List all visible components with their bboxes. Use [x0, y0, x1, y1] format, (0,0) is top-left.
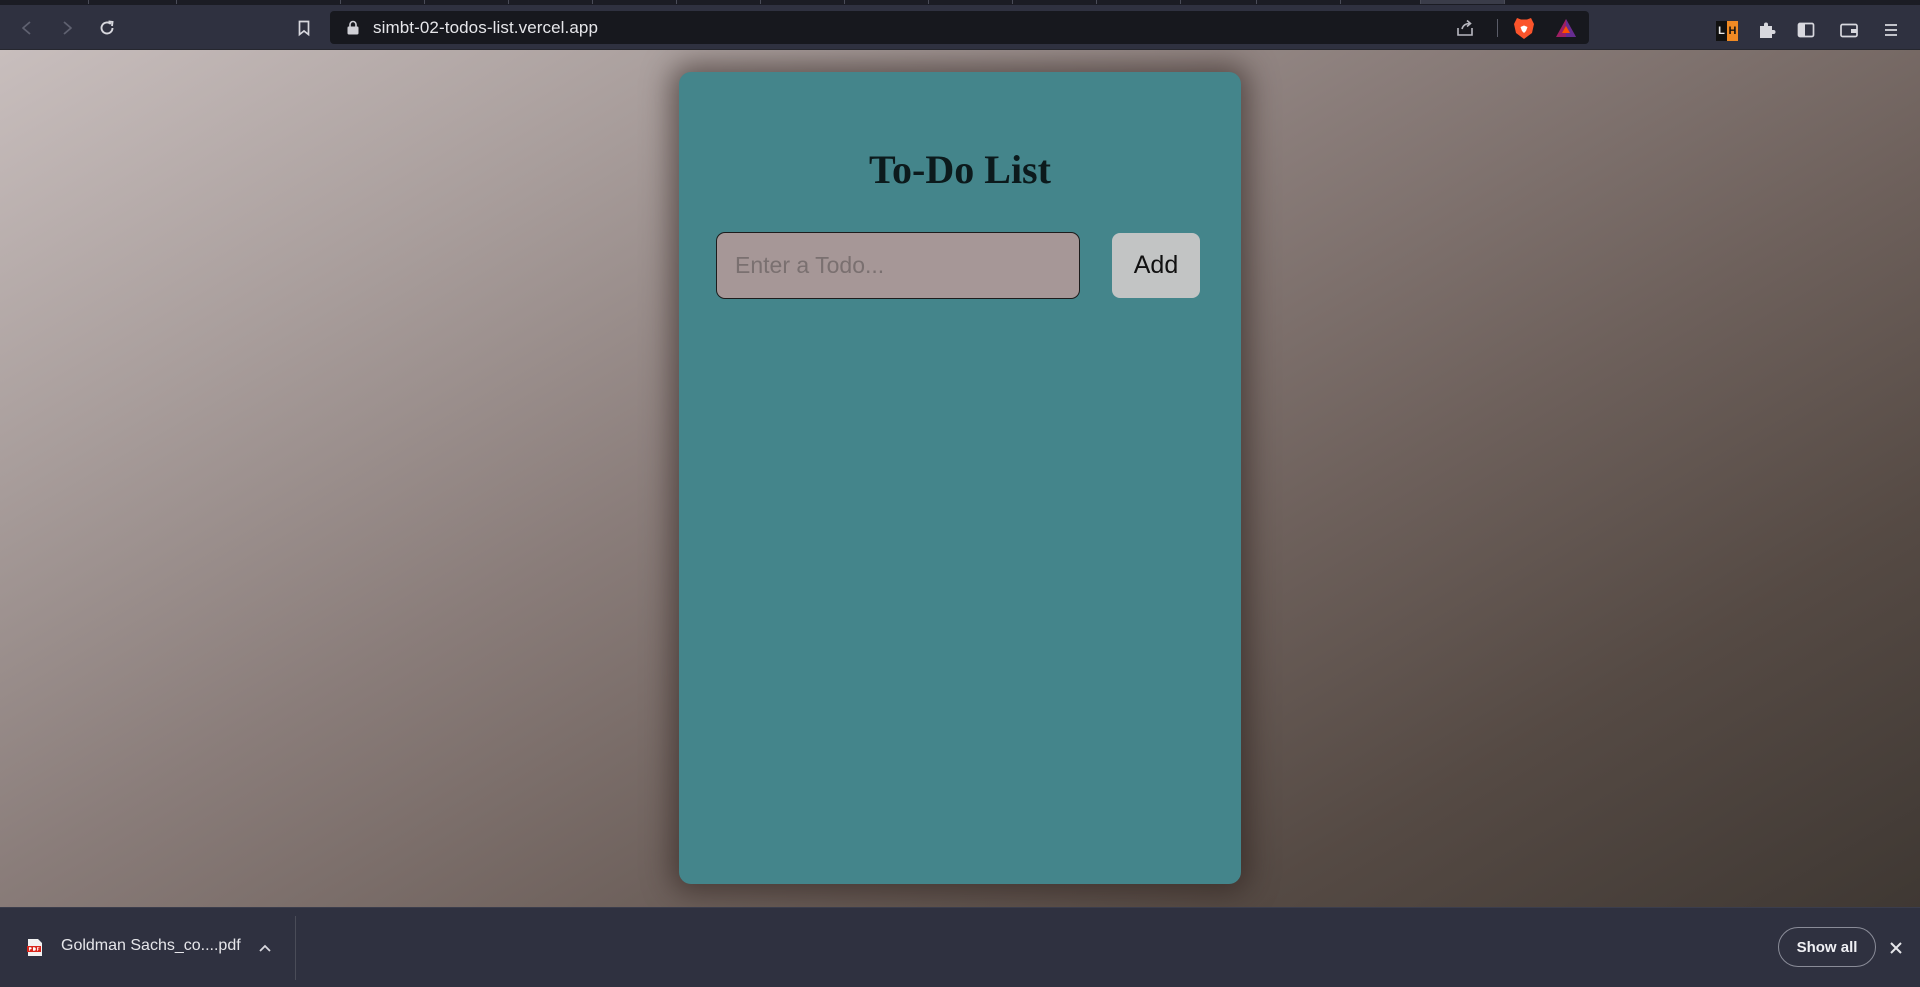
puzzle-icon — [1760, 22, 1776, 38]
chevron-up-icon[interactable] — [257, 940, 273, 956]
bookmark-icon — [298, 20, 310, 37]
download-shelf: Goldman Sachs_co....pdf Show all — [0, 907, 1920, 987]
tab[interactable] — [844, 0, 928, 4]
lh-extension-icon[interactable]: L H — [1716, 21, 1738, 41]
bat-triangle-icon[interactable] — [1555, 18, 1577, 38]
extensions-button[interactable] — [1756, 19, 1778, 41]
show-all-button[interactable]: Show all — [1778, 927, 1876, 967]
pdf-file-icon — [27, 939, 42, 956]
tab[interactable] — [1256, 0, 1340, 4]
tab[interactable] — [928, 0, 1012, 4]
tab[interactable] — [1180, 0, 1264, 4]
tab[interactable] — [1096, 0, 1180, 4]
tab-active[interactable] — [1420, 0, 1504, 4]
close-icon[interactable] — [1886, 938, 1906, 958]
hamburger-menu-icon — [1885, 24, 1897, 36]
tab[interactable] — [88, 0, 176, 4]
bookmark-button[interactable] — [290, 14, 318, 42]
reload-button[interactable] — [93, 14, 121, 42]
tab[interactable] — [508, 0, 592, 4]
address-bar[interactable]: simbt-02-todos-list.vercel.app — [330, 11, 1589, 44]
lh-extension-letter-h: H — [1727, 21, 1738, 41]
wallet-button[interactable] — [1838, 19, 1860, 41]
omnibox-divider — [1497, 19, 1498, 37]
tab[interactable] — [176, 0, 260, 4]
download-item[interactable]: Goldman Sachs_co....pdf — [0, 908, 295, 987]
todo-card: To-Do List Add — [679, 72, 1241, 884]
lock-icon — [347, 20, 359, 35]
page-viewport: To-Do List Add — [0, 50, 1920, 907]
todo-input[interactable] — [716, 232, 1080, 299]
tab[interactable] — [592, 0, 676, 4]
lh-extension-letter-l: L — [1718, 25, 1725, 37]
tab[interactable] — [1340, 0, 1424, 4]
tab[interactable] — [676, 0, 760, 4]
forward-button[interactable] — [53, 14, 81, 42]
shelf-divider — [295, 916, 296, 980]
tab[interactable] — [760, 0, 844, 4]
sidebar-icon — [1797, 22, 1815, 38]
page-title: To-Do List — [869, 147, 1051, 192]
wallet-icon — [1840, 23, 1858, 38]
reload-icon — [100, 20, 114, 35]
arrow-left-icon — [22, 21, 31, 35]
arrow-right-icon — [63, 21, 72, 35]
tab[interactable] — [340, 0, 424, 4]
browser-toolbar: simbt-02-todos-list.vercel.app L H — [0, 5, 1920, 50]
tab[interactable] — [1504, 0, 1588, 4]
menu-button[interactable] — [1880, 19, 1902, 41]
sidebar-button[interactable] — [1795, 19, 1817, 41]
brave-lion-icon[interactable] — [1513, 16, 1535, 40]
tab[interactable] — [424, 0, 508, 4]
back-button[interactable] — [13, 14, 41, 42]
add-button[interactable]: Add — [1112, 233, 1200, 298]
download-filename: Goldman Sachs_co....pdf — [61, 937, 241, 954]
tab[interactable] — [1012, 0, 1096, 4]
share-icon[interactable] — [1455, 18, 1475, 38]
url-text: simbt-02-todos-list.vercel.app — [373, 18, 599, 37]
